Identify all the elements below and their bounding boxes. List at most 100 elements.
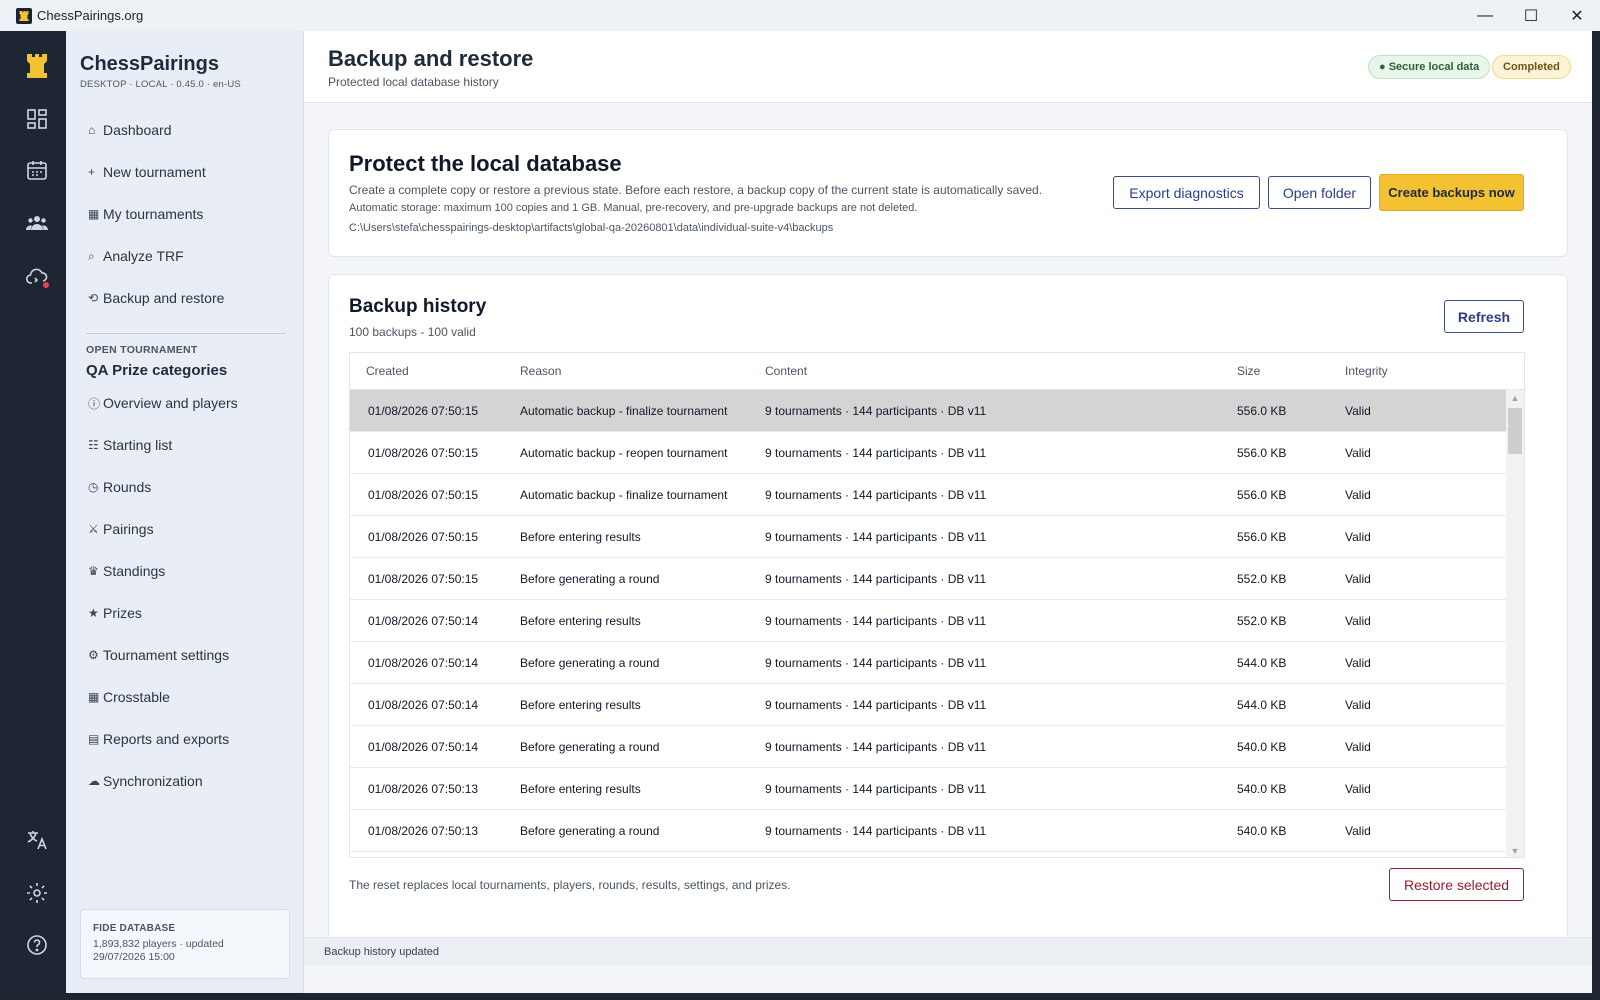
cell-created: 01/08/2026 07:50:15 bbox=[368, 487, 479, 502]
cell-created: 01/08/2026 07:50:13 bbox=[368, 823, 479, 838]
cell-content: 9 tournaments · 144 participants · DB v1… bbox=[765, 445, 987, 460]
table-row[interactable]: 01/08/2026 07:50:14 Before entering resul… bbox=[350, 684, 1508, 726]
table-row[interactable]: 01/08/2026 07:50:15 Automatic backup - fi… bbox=[350, 474, 1508, 516]
nav-analyze-trf[interactable]: ⌕ Analyze TRF bbox=[80, 235, 290, 277]
cell-created: 01/08/2026 07:50:15 bbox=[368, 529, 479, 544]
cell-integrity: Valid bbox=[1345, 781, 1371, 796]
nav-label: Crosstable bbox=[103, 689, 170, 705]
nav-my-tournaments[interactable]: ▦ My tournaments bbox=[80, 193, 290, 235]
backup-table: Created Reason Content Size Integrity 01… bbox=[349, 352, 1525, 858]
nav-label: Tournament settings bbox=[103, 647, 230, 663]
col-reason-header[interactable]: Reason bbox=[520, 364, 765, 378]
protect-card: Protect the local database Create a comp… bbox=[328, 129, 1568, 257]
table-row[interactable]: 01/08/2026 07:50:13 Before generating a r… bbox=[350, 810, 1508, 852]
nav-label: Overview and players bbox=[103, 395, 238, 411]
players-icon[interactable] bbox=[21, 207, 53, 239]
table-row[interactable]: 01/08/2026 07:50:14 Before generating a r… bbox=[350, 726, 1508, 768]
translate-icon[interactable] bbox=[21, 824, 53, 856]
restore-selected-button[interactable]: Restore selected bbox=[1389, 868, 1524, 901]
nav-dashboard[interactable]: ⌂ Dashboard bbox=[80, 109, 290, 151]
plus-icon: + bbox=[88, 165, 96, 179]
main-content: Backup and restore Protected local datab… bbox=[304, 31, 1592, 993]
calendar-icon[interactable] bbox=[21, 154, 53, 186]
table-row[interactable]: 01/08/2026 07:50:15 Before generating a r… bbox=[350, 558, 1508, 600]
protect-title: Protect the local database bbox=[349, 151, 622, 176]
col-content-header[interactable]: Content bbox=[765, 364, 1237, 378]
scroll-thumb[interactable] bbox=[1508, 408, 1522, 454]
nav-reports-exports[interactable]: ▤ Reports and exports bbox=[80, 718, 290, 760]
cell-created: 01/08/2026 07:50:14 bbox=[368, 655, 479, 670]
open-folder-button[interactable]: Open folder bbox=[1268, 176, 1371, 209]
cell-content: 9 tournaments · 144 participants · DB v1… bbox=[765, 529, 987, 544]
minimize-button[interactable]: — bbox=[1462, 0, 1508, 31]
cell-reason: Before entering results bbox=[520, 781, 641, 796]
settings-icon[interactable] bbox=[21, 877, 53, 909]
nav-standings[interactable]: ♛ Standings bbox=[80, 550, 290, 592]
nav-backup-restore[interactable]: ⟲ Backup and restore bbox=[80, 277, 290, 319]
cell-reason: Before entering results bbox=[520, 697, 641, 712]
status-text: Backup history updated bbox=[324, 946, 439, 958]
scroll-down-icon[interactable]: ▼ bbox=[1506, 843, 1524, 857]
open-tournament-label: OPEN TOURNAMENT bbox=[86, 344, 198, 356]
restore-icon: ⟲ bbox=[88, 291, 99, 305]
cloud-icon: ☁ bbox=[88, 774, 100, 788]
cell-integrity: Valid bbox=[1345, 697, 1371, 712]
brand-meta: DESKTOP · LOCAL · 0.45.0 · en-US bbox=[80, 79, 241, 90]
refresh-button[interactable]: Refresh bbox=[1444, 300, 1524, 333]
nav-synchronization[interactable]: ☁ Synchronization bbox=[80, 760, 290, 802]
nav-new-tournament[interactable]: + New tournament bbox=[80, 151, 290, 193]
nav-label: Synchronization bbox=[103, 773, 203, 789]
nav-starting-list[interactable]: ☷ Starting list bbox=[80, 424, 290, 466]
nav-label: Pairings bbox=[103, 521, 154, 537]
nav-pairings[interactable]: ⚔ Pairings bbox=[80, 508, 290, 550]
cell-created: 01/08/2026 07:50:15 bbox=[368, 403, 479, 418]
cloud-sync-icon[interactable] bbox=[21, 261, 53, 293]
icon-rail bbox=[0, 31, 66, 993]
cell-integrity: Valid bbox=[1345, 445, 1371, 460]
nav-prizes[interactable]: ★ Prizes bbox=[80, 592, 290, 634]
nav-label: Starting list bbox=[103, 437, 173, 453]
swords-icon: ⚔ bbox=[88, 522, 99, 536]
col-created-header[interactable]: Created bbox=[350, 364, 520, 378]
dashboard-icon[interactable] bbox=[21, 103, 53, 135]
create-backups-button[interactable]: Create backups now bbox=[1379, 174, 1524, 211]
cell-size: 556.0 KB bbox=[1237, 445, 1287, 460]
fide-value: 1,893,832 players · updated 29/07/2026 1… bbox=[93, 938, 224, 963]
title-bar: ChessPairings.org — ☐ ✕ bbox=[0, 0, 1600, 31]
grid-icon: ▦ bbox=[88, 207, 100, 221]
search-icon: ⌕ bbox=[88, 248, 95, 263]
cell-size: 552.0 KB bbox=[1237, 613, 1287, 628]
col-integrity-header[interactable]: Integrity bbox=[1345, 364, 1485, 378]
history-card: Backup history 100 backups - 100 valid R… bbox=[328, 274, 1568, 964]
nav-divider bbox=[86, 333, 286, 334]
help-icon[interactable] bbox=[21, 929, 53, 961]
main-nav: ⌂ Dashboard + New tournament ▦ My tournamen… bbox=[80, 109, 290, 319]
cell-reason: Before generating a round bbox=[520, 655, 660, 670]
clock-icon: ◷ bbox=[88, 480, 99, 494]
brand-name: ChessPairings bbox=[80, 53, 219, 75]
col-size-header[interactable]: Size bbox=[1237, 364, 1345, 378]
table-row[interactable]: 01/08/2026 07:50:15 Before entering resul… bbox=[350, 516, 1508, 558]
table-scrollbar[interactable]: ▲ ▼ bbox=[1506, 390, 1524, 857]
close-button[interactable]: ✕ bbox=[1554, 0, 1600, 31]
page-header: Backup and restore Protected local datab… bbox=[304, 31, 1592, 103]
nav-rounds[interactable]: ◷ Rounds bbox=[80, 466, 290, 508]
nav-tournament-settings[interactable]: ⚙ Tournament settings bbox=[80, 634, 290, 676]
nav-overview-players[interactable]: ⓘ Overview and players bbox=[80, 382, 290, 424]
cell-size: 544.0 KB bbox=[1237, 655, 1287, 670]
scroll-up-icon[interactable]: ▲ bbox=[1506, 390, 1524, 406]
table-row[interactable]: 01/08/2026 07:50:13Before entering resul… bbox=[350, 768, 1508, 810]
maximize-button[interactable]: ☐ bbox=[1508, 0, 1554, 31]
table-row[interactable]: 01/08/2026 07:50:15 Automatic backup - re… bbox=[350, 432, 1508, 474]
cell-content: 9 tournaments · 144 participants · DB v1… bbox=[765, 613, 987, 628]
nav-crosstable[interactable]: ▦ Crosstable bbox=[80, 676, 290, 718]
nav-label: Rounds bbox=[103, 479, 152, 495]
table-row[interactable]: 01/08/2026 07:50:14 Before entering resul… bbox=[350, 600, 1508, 642]
alert-dot bbox=[42, 281, 50, 289]
table-row[interactable]: 01/08/2026 07:50:14 Before generating a r… bbox=[350, 642, 1508, 684]
table-row[interactable]: 01/08/2026 07:50:13Before entering resul… bbox=[350, 852, 1508, 857]
table-row[interactable]: 01/08/2026 07:50:15 Automatic backup - fi… bbox=[350, 390, 1508, 432]
export-diagnostics-button[interactable]: Export diagnostics bbox=[1113, 176, 1260, 209]
cell-reason: Automatic backup - reopen tournament bbox=[520, 445, 728, 460]
cell-integrity: Valid bbox=[1345, 739, 1371, 754]
